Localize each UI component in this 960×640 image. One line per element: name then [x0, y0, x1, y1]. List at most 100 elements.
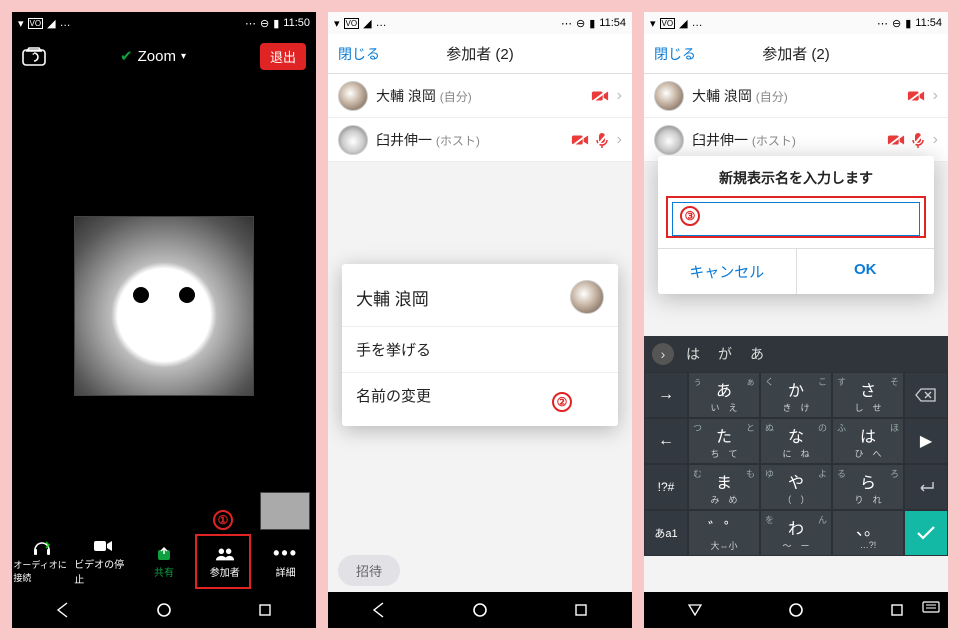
participant-name: 大輔 浪岡 (自分) — [376, 86, 583, 106]
key-wa[interactable]: をん わ 〜 ー — [760, 510, 832, 556]
participant-row[interactable]: 大輔 浪岡 (自分) › — [644, 74, 948, 118]
main-video-area[interactable] — [12, 78, 316, 534]
toolbar-share[interactable]: 共有 — [135, 546, 193, 579]
participants-header: 閉じる 参加者 (2) — [644, 34, 948, 74]
nav-recent-icon[interactable] — [888, 601, 906, 619]
chevron-right-icon: › — [933, 131, 938, 149]
key-cursor-right2[interactable]: ▶ — [904, 418, 948, 464]
annotation-number-2: ② — [552, 392, 572, 412]
keyboard-expand-icon[interactable]: › — [652, 343, 674, 365]
toolbar-audio[interactable]: オーディオに接続 — [13, 540, 71, 584]
dialog-title: 新規表示名を入力します — [658, 156, 934, 198]
nav-home-icon[interactable] — [471, 601, 489, 619]
key-ma[interactable]: むも ま み め — [688, 464, 760, 510]
participant-action-sheet: 大輔 浪岡 手を挙げる 名前の変更 ② — [342, 264, 618, 426]
rename-button[interactable]: 名前の変更 — [342, 372, 618, 418]
ok-button[interactable]: OK — [796, 249, 935, 294]
participant-status-icons — [907, 89, 925, 103]
share-icon — [154, 546, 174, 562]
nav-back-icon[interactable] — [370, 601, 388, 619]
more-icon: ⋯ — [877, 17, 888, 30]
suggestion[interactable]: は — [686, 344, 700, 364]
nav-back-icon[interactable] — [54, 601, 72, 619]
signal-icon: ◢ — [679, 17, 687, 30]
chevron-down-icon: ▾ — [181, 51, 186, 62]
suggestion[interactable]: が — [718, 344, 732, 364]
dnd-icon: ⊖ — [260, 17, 269, 30]
participant-row[interactable]: 大輔 浪岡 (自分) › — [328, 74, 632, 118]
key-confirm[interactable] — [904, 510, 948, 556]
signal-icon: ◢ — [363, 17, 371, 30]
key-ha[interactable]: ふほ は ひ へ — [832, 418, 904, 464]
volte-icon: VO — [28, 18, 44, 29]
key-backspace[interactable] — [904, 372, 948, 418]
self-view-thumbnail[interactable] — [260, 492, 310, 530]
key-ra[interactable]: るろ ら り れ — [832, 464, 904, 510]
key-ta[interactable]: つと た ち て — [688, 418, 760, 464]
chevron-right-icon: › — [617, 87, 622, 105]
shield-check-icon: ✔ — [120, 47, 133, 65]
volte-icon: VO — [660, 18, 676, 29]
phone-screen-3: ▾ VO ◢ … ⋯ ⊖ ▮ 11:54 閉じる 参加者 (2) 大輔 浪岡 (… — [644, 12, 948, 628]
android-nav-bar — [328, 592, 632, 628]
participant-status-icons — [887, 132, 925, 148]
more-horizontal-icon: ••• — [276, 546, 296, 562]
nav-home-icon[interactable] — [155, 601, 173, 619]
key-cursor-right[interactable]: → — [644, 372, 688, 418]
page-title: 参加者 (2) — [446, 43, 514, 64]
avatar — [654, 81, 684, 111]
phone-screen-2: ▾ VO ◢ … ⋯ ⊖ ▮ 11:54 閉じる 参加者 (2) 大輔 浪岡 (… — [328, 12, 632, 628]
key-sa[interactable]: すそ さ し せ — [832, 372, 904, 418]
zoom-title[interactable]: ✔ Zoom ▾ — [120, 47, 186, 65]
sheet-participant-name: 大輔 浪岡 — [356, 285, 429, 310]
key-ya[interactable]: ゆよ や （ ） — [760, 464, 832, 510]
clock: 11:50 — [283, 17, 310, 29]
zoom-call-screen: ✔ Zoom ▾ 退出 オーディオに接続 ビデオの停止 — [12, 34, 316, 592]
toolbar-more[interactable]: ••• 詳細 — [257, 546, 315, 579]
key-dakuten[interactable]: ゛゜ 大⇔小 — [688, 510, 760, 556]
keyboard-rows: → ぅぁ あ い え くこ か き け すそ さ し せ — [644, 372, 948, 556]
dialog-buttons: キャンセル OK — [658, 248, 934, 294]
nav-recent-icon[interactable] — [572, 601, 590, 619]
keyboard-suggestion-bar: › は が あ — [644, 336, 948, 372]
key-symbols[interactable]: !?# — [644, 464, 688, 510]
nav-back-icon[interactable] — [686, 601, 704, 619]
status-dots: … — [692, 17, 703, 29]
nav-recent-icon[interactable] — [256, 601, 274, 619]
key-na[interactable]: ぬの な に ね — [760, 418, 832, 464]
key-cursor-left[interactable]: ← — [644, 418, 688, 464]
key-punct[interactable]: 、。 …?! — [832, 510, 904, 556]
sheet-header: 大輔 浪岡 — [342, 272, 618, 326]
participant-list: 大輔 浪岡 (自分) › 臼井伸一 (ホスト) › — [644, 74, 948, 162]
participant-name: 大輔 浪岡 (自分) — [692, 86, 899, 106]
annotation-number-1: ① — [213, 510, 233, 530]
annotation-box-3 — [666, 196, 926, 238]
key-ka[interactable]: くこ か き け — [760, 372, 832, 418]
participant-avatar-large — [74, 216, 254, 396]
software-keyboard: › は が あ → ぅぁ あ い え くこ か き け — [644, 336, 948, 556]
leave-button[interactable]: 退出 — [260, 43, 306, 70]
rename-dialog: 新規表示名を入力します ③ キャンセル OK — [658, 156, 934, 294]
annotation-box-1 — [195, 534, 251, 589]
nav-home-icon[interactable] — [787, 601, 805, 619]
raise-hand-button[interactable]: 手を挙げる — [342, 326, 618, 372]
nav-keyboard-icon[interactable] — [922, 601, 940, 619]
participant-row[interactable]: 臼井伸一 (ホスト) › — [328, 118, 632, 162]
invite-button[interactable]: 招待 — [338, 555, 400, 586]
key-mode-switch[interactable]: あa1 — [644, 510, 688, 556]
zoom-top-bar: ✔ Zoom ▾ 退出 — [12, 34, 316, 78]
participant-name: 臼井伸一 (ホスト) — [692, 130, 879, 150]
clock: 11:54 — [915, 17, 942, 29]
camera-switch-icon[interactable] — [22, 46, 46, 66]
android-nav-bar — [644, 592, 948, 628]
cancel-button[interactable]: キャンセル — [658, 249, 796, 294]
participant-status-icons — [591, 89, 609, 103]
key-enter[interactable] — [904, 464, 948, 510]
key-a[interactable]: ぅぁ あ い え — [688, 372, 760, 418]
close-button[interactable]: 閉じる — [654, 44, 696, 64]
toolbar-video[interactable]: ビデオの停止 — [74, 538, 132, 586]
close-button[interactable]: 閉じる — [338, 44, 380, 64]
annotation-number-3: ③ — [680, 206, 700, 226]
participants-screen: 閉じる 参加者 (2) 大輔 浪岡 (自分) › 臼井伸一 (ホスト) — [328, 34, 632, 592]
suggestion[interactable]: あ — [750, 344, 764, 364]
